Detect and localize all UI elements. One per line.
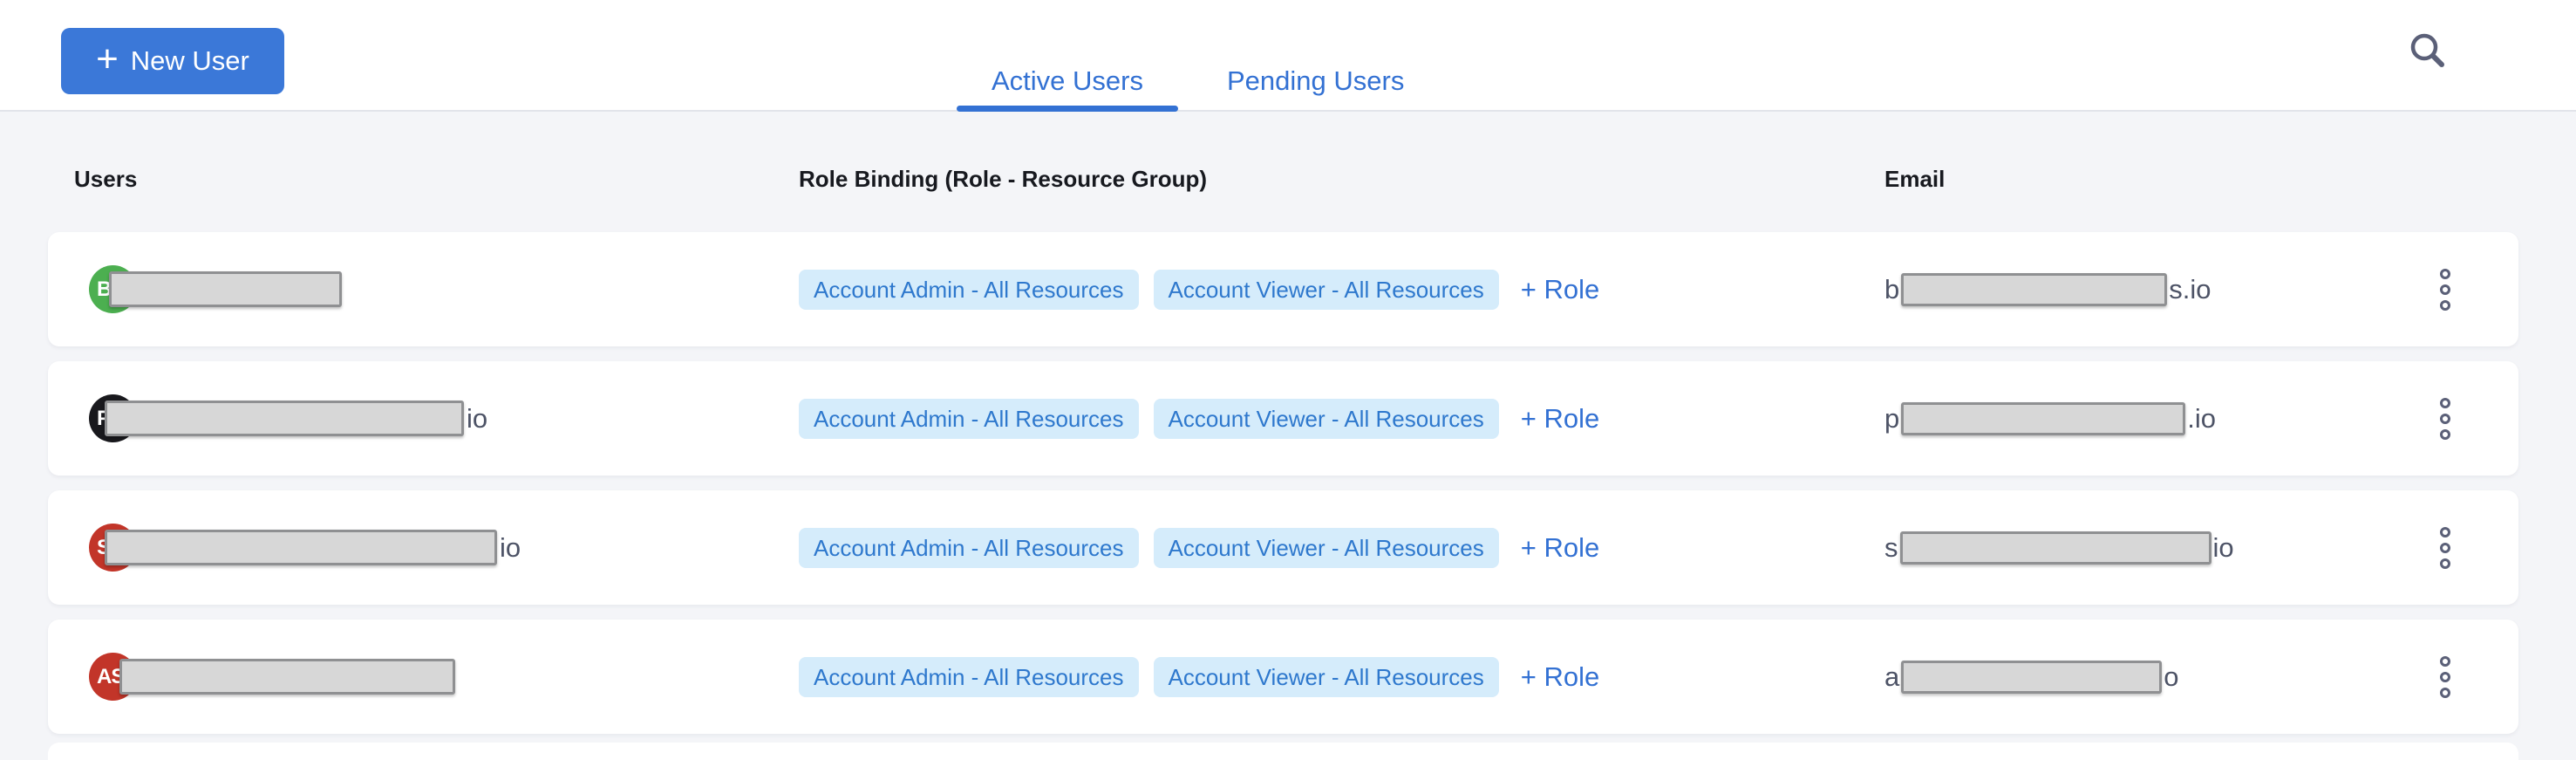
- role-binding-cell: Account Admin - All Resources Account Vie…: [799, 361, 1599, 476]
- role-badge: Account Admin - All Resources: [799, 399, 1139, 439]
- email-prefix: b: [1884, 274, 1899, 305]
- user-rows: B Account Admin - All ResourcesAccount V…: [48, 232, 2518, 749]
- email-suffix: o: [2164, 661, 2178, 693]
- add-role-link[interactable]: + Role: [1521, 274, 1599, 305]
- email-cell: a o: [1884, 620, 2179, 734]
- search-button[interactable]: [2407, 30, 2449, 72]
- role-badge: Account Viewer - All Resources: [1154, 270, 1499, 310]
- role-binding-cell: Account Admin - All Resources Account Vie…: [799, 620, 1599, 734]
- redaction-box: [1901, 273, 2167, 306]
- kebab-dot-icon: [2440, 398, 2450, 408]
- tab-pending-users[interactable]: Pending Users: [1192, 51, 1439, 112]
- user-table-row: B Account Admin - All ResourcesAccount V…: [48, 232, 2518, 346]
- user-name-cell: [119, 620, 458, 734]
- role-badge: Account Viewer - All Resources: [1154, 657, 1499, 697]
- kebab-dot-icon: [2440, 269, 2450, 279]
- email-suffix: io: [2213, 532, 2234, 564]
- role-badge: Account Viewer - All Resources: [1154, 528, 1499, 568]
- kebab-dot-icon: [2440, 672, 2450, 682]
- column-header-email: Email: [1884, 166, 1945, 193]
- role-badge: Account Admin - All Resources: [799, 528, 1139, 568]
- redaction-box: [1901, 402, 2185, 435]
- kebab-dot-icon: [2440, 284, 2450, 295]
- user-name-cell: [109, 232, 344, 346]
- redaction-box: [105, 530, 497, 565]
- row-menu-button[interactable]: [2424, 389, 2466, 448]
- email-prefix: a: [1884, 661, 1899, 693]
- user-name-cell: io: [105, 361, 487, 476]
- user-table-row: PP io Account Admin - All ResourcesAccou…: [48, 361, 2518, 476]
- email-cell: b s.io: [1884, 232, 2211, 346]
- email-cell: p .io: [1884, 361, 2216, 476]
- table-header-row: Users Role Binding (Role - Resource Grou…: [0, 166, 2576, 201]
- email-prefix: p: [1884, 403, 1899, 435]
- row-menu-button[interactable]: [2424, 518, 2466, 578]
- user-table-row: SP io Account Admin - All ResourcesAccou…: [48, 490, 2518, 605]
- kebab-dot-icon: [2440, 543, 2450, 553]
- new-user-button-label: New User: [131, 45, 249, 77]
- redaction-box: [105, 401, 464, 436]
- kebab-dot-icon: [2440, 414, 2450, 424]
- redaction-box: [119, 659, 455, 695]
- kebab-dot-icon: [2440, 429, 2450, 440]
- new-user-button[interactable]: + New User: [61, 28, 284, 94]
- redaction-box: [1900, 531, 2211, 565]
- user-name-cell: io: [105, 490, 521, 605]
- add-role-link[interactable]: + Role: [1521, 403, 1599, 435]
- role-badge: Account Viewer - All Resources: [1154, 399, 1499, 439]
- redaction-box: [1901, 661, 2162, 694]
- redaction-box: [109, 271, 342, 307]
- next-row-partial-card: [48, 743, 2518, 760]
- kebab-dot-icon: [2440, 300, 2450, 311]
- tab-bar: Active Users Pending Users: [957, 51, 1439, 112]
- role-binding-cell: Account Admin - All Resources Account Vie…: [799, 232, 1599, 346]
- user-name-suffix: io: [467, 403, 487, 435]
- user-table-row: AS Account Admin - All ResourcesAccount …: [48, 620, 2518, 734]
- add-role-link[interactable]: + Role: [1521, 532, 1599, 564]
- add-role-link[interactable]: + Role: [1521, 661, 1599, 693]
- email-suffix: s.io: [2169, 274, 2211, 305]
- row-menu-button[interactable]: [2424, 260, 2466, 319]
- search-icon: [2407, 61, 2449, 74]
- user-name-suffix: io: [500, 532, 521, 564]
- kebab-dot-icon: [2440, 688, 2450, 698]
- column-header-role-binding: Role Binding (Role - Resource Group): [799, 166, 1207, 193]
- kebab-dot-icon: [2440, 527, 2450, 537]
- top-bar: + New User Active Users Pending Users: [0, 0, 2576, 112]
- kebab-dot-icon: [2440, 558, 2450, 569]
- email-cell: s io: [1884, 490, 2234, 605]
- role-badge: Account Admin - All Resources: [799, 270, 1139, 310]
- plus-icon: +: [96, 40, 119, 79]
- email-prefix: s: [1884, 532, 1898, 564]
- email-suffix: .io: [2187, 403, 2216, 435]
- role-binding-cell: Account Admin - All Resources Account Vie…: [799, 490, 1599, 605]
- tab-active-users[interactable]: Active Users: [957, 51, 1178, 112]
- kebab-dot-icon: [2440, 656, 2450, 667]
- column-header-users: Users: [74, 166, 137, 193]
- role-badge: Account Admin - All Resources: [799, 657, 1139, 697]
- row-menu-button[interactable]: [2424, 647, 2466, 707]
